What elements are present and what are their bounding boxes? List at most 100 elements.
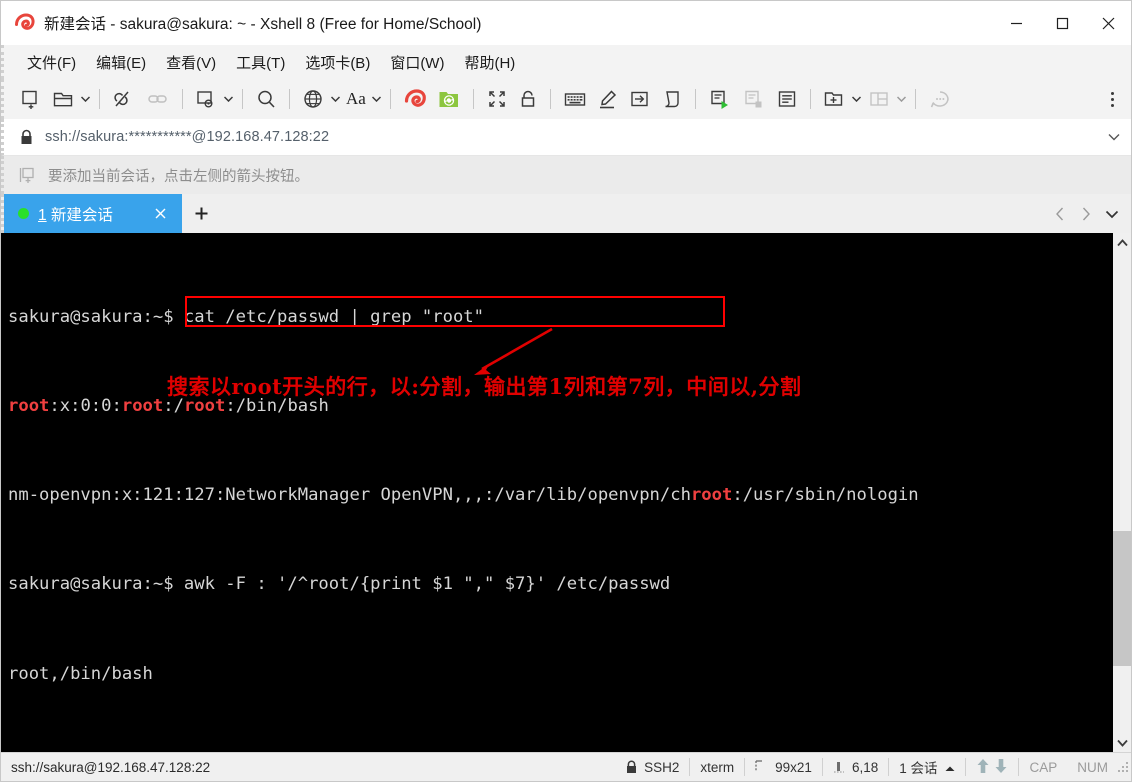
chevron-down-icon[interactable] [1097, 133, 1131, 141]
toolbar-separator [289, 89, 290, 109]
terminal-line: sakura@sakura:~$ cat /etc/passwd | grep … [8, 306, 484, 327]
layout-dropdown-icon[interactable] [895, 96, 908, 102]
layout-icon[interactable] [863, 84, 895, 114]
maximize-button[interactable] [1039, 1, 1085, 45]
window-controls [993, 1, 1131, 45]
add-pane-dropdown-icon[interactable] [850, 96, 863, 102]
add-session-icon[interactable] [18, 165, 38, 185]
toolbar-separator [99, 89, 100, 109]
address-input[interactable]: ssh://sakura:***********@192.168.47.128:… [45, 129, 329, 145]
fullscreen-icon[interactable] [481, 84, 513, 114]
more-icon[interactable] [1101, 91, 1123, 107]
terminal-text: :/usr/sbin/nologin [732, 485, 919, 506]
script-stop-icon[interactable] [737, 84, 771, 114]
status-term-type: xterm [700, 759, 735, 775]
annotation-arrow-icon [474, 327, 553, 375]
toolbar-separator [182, 89, 183, 109]
menu-view[interactable]: 查看(V) [157, 49, 225, 76]
chevron-right-icon[interactable] [1073, 195, 1099, 233]
open-folder-icon[interactable] [47, 84, 79, 114]
status-sessions[interactable]: 1 会话 [889, 753, 965, 782]
menu-edit[interactable]: 编辑(E) [87, 49, 155, 76]
status-security: SSH2 [615, 753, 689, 782]
find-icon[interactable] [250, 84, 282, 114]
menu-tab[interactable]: 选项卡(B) [296, 49, 379, 76]
terminal-match-highlight: root [690, 485, 733, 506]
session-properties-icon[interactable] [190, 84, 222, 114]
terminal-text: :x:0:0: [49, 396, 122, 417]
status-security-label: SSH2 [644, 759, 680, 775]
terminal-screen[interactable]: sakura@sakura:~$ cat /etc/passwd | grep … [4, 233, 1112, 752]
log-icon[interactable] [656, 84, 688, 114]
toolbar-separator [809, 89, 811, 109]
session-properties-dropdown-icon[interactable] [222, 96, 235, 102]
screen-size-icon [755, 760, 769, 774]
tab-list-chevron-down-icon[interactable] [1099, 195, 1125, 233]
tab-title: 新建会话 [46, 206, 113, 224]
menu-tools[interactable]: 工具(T) [227, 49, 294, 76]
resize-grip[interactable] [1118, 762, 1131, 772]
minimize-button[interactable] [993, 1, 1039, 45]
scrollbar-track[interactable] [1113, 252, 1131, 733]
globe-icon[interactable] [297, 84, 329, 114]
title-bar: 新建会话 - sakura@sakura: ~ - Xshell 8 (Free… [1, 1, 1131, 45]
menu-file[interactable]: 文件(F) [18, 49, 85, 76]
toolbar: Aa [1, 79, 1131, 119]
scrollbar-down-arrow[interactable] [1113, 733, 1131, 752]
globe-dropdown-icon[interactable] [329, 96, 342, 102]
toolbar-separator [914, 89, 916, 109]
status-size-label: 99x21 [775, 759, 812, 775]
xftp-icon[interactable] [432, 84, 466, 114]
terminal-line: nm-openvpn:x:121:127:NetworkManager Open… [8, 484, 1112, 506]
status-cursor-label: 6,18 [851, 759, 879, 775]
arrow-up-icon [976, 758, 990, 777]
font-icon[interactable]: Aa [342, 84, 370, 114]
tab-new-session[interactable]: 1 新建会话 [4, 194, 182, 233]
lock-icon [625, 760, 638, 775]
link-icon[interactable] [141, 84, 175, 114]
terminal-text: :/bin/bash [225, 396, 329, 417]
toolbar-separator [472, 89, 474, 109]
menu-help[interactable]: 帮助(H) [455, 49, 524, 76]
chevron-left-icon[interactable] [1047, 195, 1073, 233]
script-edit-icon[interactable] [771, 84, 803, 114]
tab-bar-controls [1047, 194, 1131, 233]
window-title: 新建会话 - sakura@sakura: ~ - Xshell 8 (Free… [44, 16, 482, 33]
terminal-line: root,/bin/bash [8, 663, 153, 684]
close-icon[interactable] [150, 204, 170, 224]
send-key-icon[interactable] [624, 84, 656, 114]
toolbar-separator [549, 89, 551, 109]
xshell-window: 新建会话 - sakura@sakura: ~ - Xshell 8 (Free… [0, 0, 1132, 782]
terminal-text: :/ [163, 396, 184, 417]
font-dropdown-icon[interactable] [370, 96, 383, 102]
caret-up-icon[interactable] [945, 760, 955, 775]
chat-icon[interactable] [923, 84, 957, 114]
terminal-scrollbar[interactable] [1112, 233, 1131, 752]
scrollbar-up-arrow[interactable] [1113, 233, 1131, 252]
status-sessions-label: 1 会话 [899, 761, 938, 776]
lock-icon[interactable] [513, 84, 543, 114]
disconnect-icon[interactable] [107, 84, 141, 114]
menu-window[interactable]: 窗口(W) [381, 49, 453, 76]
xshell-icon[interactable] [398, 84, 432, 114]
new-session-icon[interactable] [15, 84, 47, 114]
arrow-down-icon [994, 758, 1008, 777]
scrollbar-thumb[interactable] [1113, 530, 1131, 666]
xshell-logo-icon [13, 12, 35, 34]
terminal-match-highlight: root [183, 396, 226, 417]
add-pane-icon[interactable] [818, 84, 850, 114]
toolbar-separator [242, 89, 243, 109]
highlight-icon[interactable] [592, 84, 624, 114]
toolbar-separator [694, 89, 696, 109]
status-size: 99x21 [745, 753, 822, 782]
toolbar-separator [389, 89, 391, 109]
tab-status-dot-icon [18, 208, 29, 219]
status-transfer [966, 753, 1018, 782]
close-button[interactable] [1085, 1, 1131, 45]
address-bar[interactable]: ssh://sakura:***********@192.168.47.128:… [1, 119, 1131, 156]
keyboard-icon[interactable] [558, 84, 592, 114]
script-run-icon[interactable] [703, 84, 737, 114]
open-folder-dropdown-icon[interactable] [79, 96, 92, 102]
new-tab-button[interactable] [182, 194, 220, 233]
lock-icon [19, 129, 34, 146]
